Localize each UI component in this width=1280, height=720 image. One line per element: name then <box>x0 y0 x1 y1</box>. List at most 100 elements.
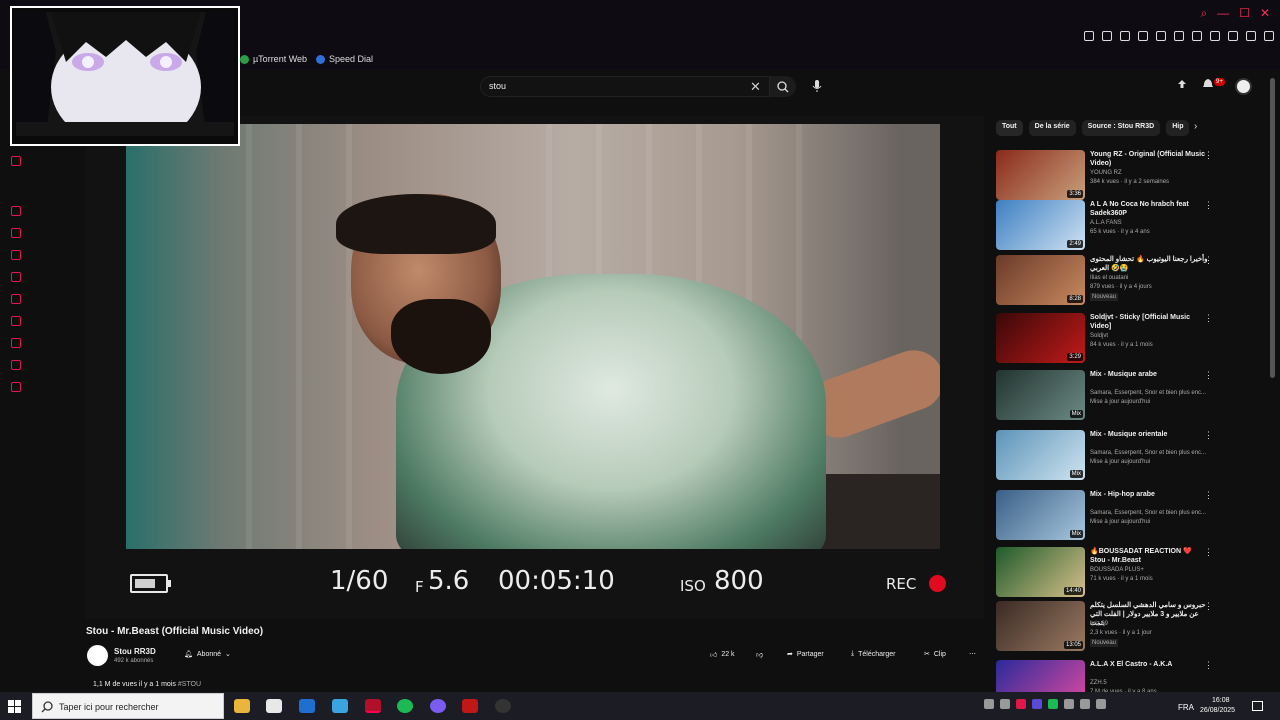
recommendation-item[interactable]: 13:05 حبروس و سامي الدهشي السلسل يتكلم عن… <box>996 601 1216 655</box>
chip-source[interactable]: Source : Stou RR3D <box>1081 120 1161 136</box>
recommendation-title[interactable]: Mix - Musique arabe <box>1090 370 1208 379</box>
vpn-tray-icon[interactable] <box>1032 699 1042 709</box>
app-icon[interactable] <box>332 699 348 713</box>
recommendation-title[interactable]: Mix - Musique orientale <box>1090 430 1208 439</box>
recommendation-title[interactable]: Mix - Hip-hop arabe <box>1090 490 1208 499</box>
speaker-icon[interactable] <box>984 699 994 709</box>
sidebar-icon-gaming[interactable] <box>11 294 21 304</box>
recommendation-channel[interactable]: BOUSSADA PLUS+ <box>1090 567 1144 573</box>
recommendation-title[interactable]: Young RZ - Original (Official Music Vide… <box>1090 150 1208 168</box>
video-app-icon[interactable] <box>462 699 478 713</box>
recommendation-thumbnail[interactable]: 2:49 <box>996 200 1085 250</box>
more-options-icon[interactable]: ⋮ <box>1204 370 1213 381</box>
search-input[interactable]: stou <box>480 76 770 97</box>
recommendation-thumbnail[interactable]: Mix <box>996 370 1085 420</box>
download-button[interactable]: ⤓ Télécharger <box>851 650 895 658</box>
recommendation-thumbnail[interactable]: 3:36 <box>996 150 1085 200</box>
recommendation-item[interactable]: 14:40 🔥BOUSSADAT REACTION ❤️ Stou - Mr.Be… <box>996 547 1216 601</box>
recommendation-channel[interactable]: A.L.A FANS <box>1090 220 1122 226</box>
zoom-icon[interactable] <box>1084 31 1094 41</box>
file-explorer-icon[interactable] <box>234 699 250 713</box>
bookmark-speed-dial[interactable]: Speed Dial <box>316 54 373 64</box>
close-icon[interactable]: ✕ <box>1260 6 1270 21</box>
extensions-icon[interactable] <box>1210 31 1220 41</box>
recommendation-channel[interactable]: YOUNG RZ <box>1090 170 1122 176</box>
more-options-icon[interactable]: ⋮ <box>1204 547 1213 558</box>
minimize-icon[interactable]: — <box>1217 6 1229 21</box>
sidebar-icon-downloads[interactable] <box>11 338 21 348</box>
recommendation-item[interactable]: 2:49 A L A No Coca No hrabch feat Sadek36… <box>996 200 1216 254</box>
opera-tray-icon[interactable] <box>1016 699 1026 709</box>
spotify-tray-icon[interactable] <box>1048 699 1058 709</box>
recommendation-channel[interactable]: Soldjvt <box>1090 333 1108 339</box>
channel-name[interactable]: Stou RR3D <box>114 647 156 656</box>
adblock-icon[interactable] <box>1156 31 1166 41</box>
vpn-icon[interactable] <box>1138 31 1148 41</box>
maximize-icon[interactable]: ☐ <box>1239 6 1250 21</box>
recommendation-channel[interactable]: Samara, Esserpent, Snor et bien plus enc… <box>1090 390 1206 396</box>
recommendation-thumbnail[interactable]: 3:29 <box>996 313 1085 363</box>
search-button[interactable] <box>770 76 796 97</box>
recommendation-title[interactable]: 🔥BOUSSADAT REACTION ❤️ Stou - Mr.Beast <box>1090 547 1208 565</box>
sidebar-icon-history[interactable] <box>11 316 21 326</box>
sidebar-icon-workspaces[interactable] <box>11 206 21 216</box>
opera-gx-icon[interactable] <box>365 699 381 713</box>
recommendation-title[interactable]: وأخيرا رجعنا اليوتيوب 🔥 تحشاو المحتوى ال… <box>1090 255 1208 273</box>
hashtag-link[interactable]: #STOU <box>178 681 201 688</box>
shopping-icon[interactable] <box>1228 31 1238 41</box>
bookmark-utorrent[interactable]: µTorrent Web <box>240 54 307 64</box>
obs-icon[interactable] <box>495 699 511 713</box>
clock-date[interactable]: 26/08/2025 <box>1200 707 1235 714</box>
more-options-icon[interactable]: ⋮ <box>1204 255 1213 266</box>
recommendation-item[interactable]: Mix Mix - Hip-hop arabe Samara, Esserpent,… <box>996 490 1216 544</box>
more-actions-button[interactable]: ⋯ <box>969 650 976 658</box>
dislike-button[interactable]: 👎︎ <box>756 650 763 659</box>
recommendation-thumbnail[interactable]: 8:28 <box>996 255 1085 305</box>
chip-all[interactable]: Tout <box>996 120 1023 136</box>
steam-icon[interactable] <box>1000 699 1010 709</box>
clock-time[interactable]: 16:08 <box>1212 697 1230 704</box>
sidebar-icon-music[interactable] <box>11 250 21 260</box>
more-options-icon[interactable]: ⋮ <box>1204 490 1213 501</box>
recommendation-item[interactable]: Mix Mix - Musique arabe Samara, Esserpent,… <box>996 370 1216 424</box>
play-icon[interactable] <box>1174 31 1184 41</box>
more-options-icon[interactable]: ⋮ <box>1204 601 1213 612</box>
sidebar-icon-messages[interactable] <box>11 156 21 166</box>
account-avatar[interactable] <box>1235 78 1252 95</box>
menu-icon[interactable] <box>1264 31 1274 41</box>
discord-icon[interactable] <box>430 699 446 713</box>
more-options-icon[interactable]: ⋮ <box>1204 200 1213 211</box>
spotify-icon[interactable] <box>397 699 413 713</box>
recommendation-title[interactable]: A L A No Coca No hrabch feat Sadek360P <box>1090 200 1208 218</box>
clip-button[interactable]: ✂ Clip <box>924 650 946 659</box>
more-options-icon[interactable]: ⋮ <box>1204 150 1213 161</box>
recommendation-channel[interactable]: Samara, Esserpent, Snor et bien plus enc… <box>1090 450 1206 456</box>
subscribe-button[interactable]: 🔔︎ Abonné ⌄ <box>184 650 231 659</box>
recommendation-thumbnail[interactable]: 13:05 <box>996 601 1085 651</box>
more-options-icon[interactable]: ⋮ <box>1204 430 1213 441</box>
heart-icon[interactable] <box>1192 31 1202 41</box>
sidebar-icon-pin[interactable] <box>11 272 21 282</box>
recommendation-item[interactable]: 8:28 وأخيرا رجعنا اليوتيوب 🔥 تحشاو المحتو… <box>996 255 1216 309</box>
taskbar-search[interactable]: Taper ici pour rechercher <box>32 693 224 719</box>
windows-start-icon[interactable] <box>8 700 21 713</box>
scrollbar[interactable] <box>1270 78 1275 378</box>
sidebar-icon-settings[interactable] <box>11 382 21 392</box>
recommendation-channel[interactable]: ZZH.5 <box>1090 680 1107 686</box>
recommendation-channel[interactable]: briz 69 <box>1090 621 1108 627</box>
share-button[interactable]: ➦ Partager <box>787 650 824 659</box>
chip-hip[interactable]: Hip <box>1166 120 1190 136</box>
recommendation-channel[interactable]: Samara, Esserpent, Snor et bien plus enc… <box>1090 510 1206 516</box>
pin-icon[interactable] <box>1102 31 1112 41</box>
recommendation-item[interactable]: 3:36 Young RZ - Original (Official Music … <box>996 150 1216 204</box>
notification-center-icon[interactable] <box>1252 701 1263 711</box>
store-icon[interactable] <box>266 699 282 713</box>
recommendation-thumbnail[interactable]: Mix <box>996 430 1085 480</box>
channel-avatar[interactable] <box>87 645 108 666</box>
network-icon[interactable] <box>1096 699 1106 709</box>
recommendation-channel[interactable]: Ilias el ouatani <box>1090 275 1128 281</box>
sidebar-icon-extensions[interactable] <box>11 360 21 370</box>
recommendation-thumbnail[interactable]: 14:40 <box>996 547 1085 597</box>
more-options-icon[interactable]: ⋮ <box>1204 660 1213 671</box>
more-options-icon[interactable]: ⋮ <box>1204 313 1213 324</box>
